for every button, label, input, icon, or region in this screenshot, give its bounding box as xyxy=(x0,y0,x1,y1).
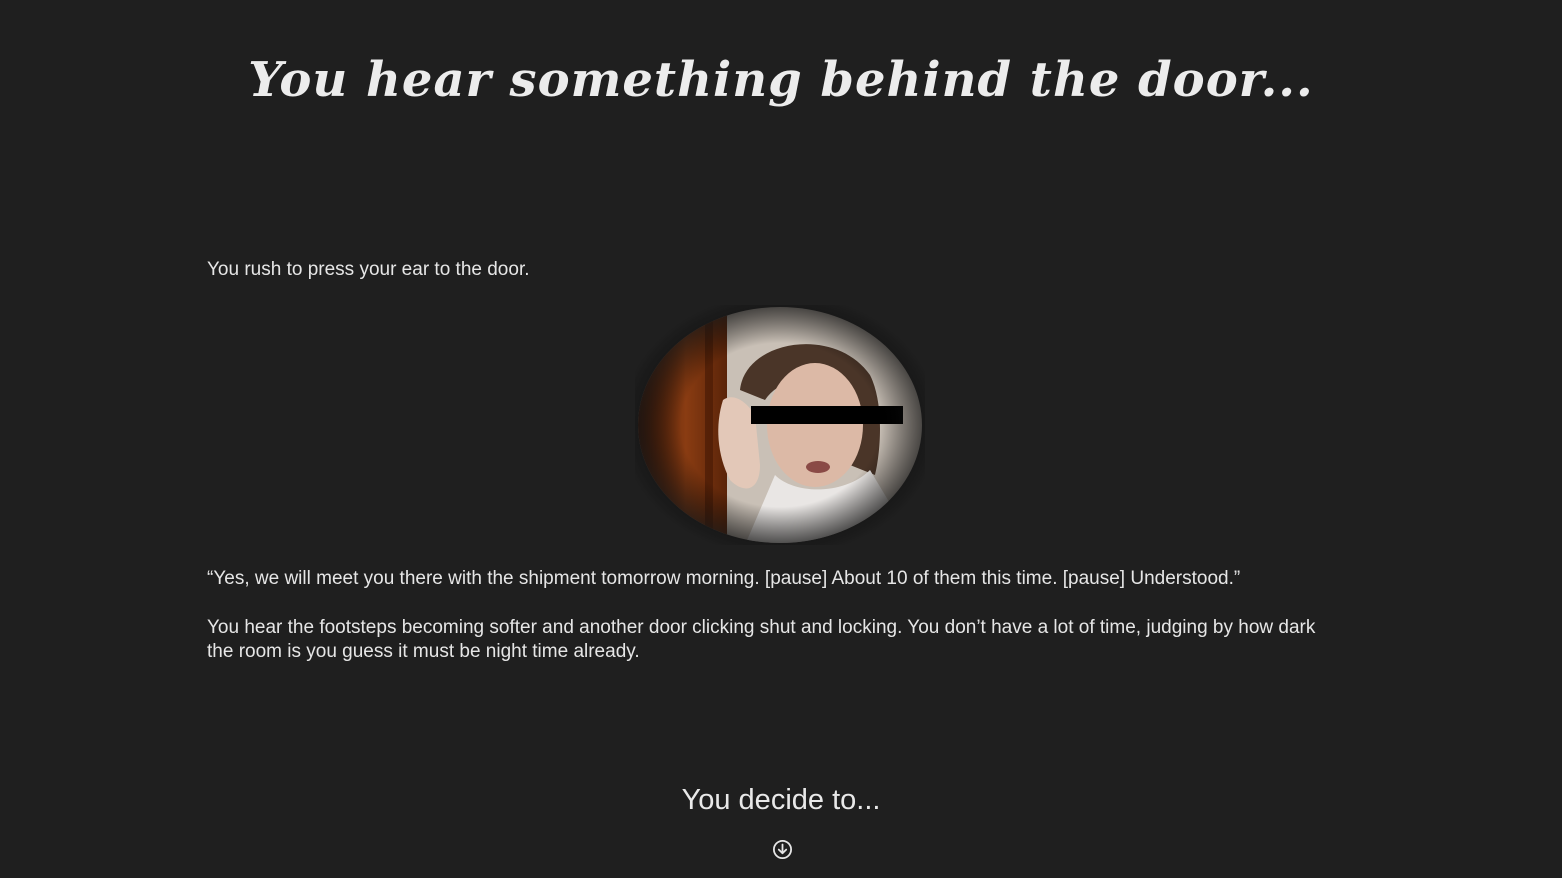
arrow-down-circle-icon[interactable] xyxy=(772,839,793,860)
choice-prompt: You decide to... xyxy=(681,784,881,816)
story-paragraph-intro: You rush to press your ear to the door. xyxy=(207,259,530,280)
story-paragraph-quote: “Yes, we will meet you there with the sh… xyxy=(207,568,1241,589)
story-paragraph-footsteps: You hear the footsteps becoming softer a… xyxy=(207,617,1316,662)
page-title: You hear something behind the door... xyxy=(248,52,1314,108)
woman-listening-illustration xyxy=(635,305,925,545)
